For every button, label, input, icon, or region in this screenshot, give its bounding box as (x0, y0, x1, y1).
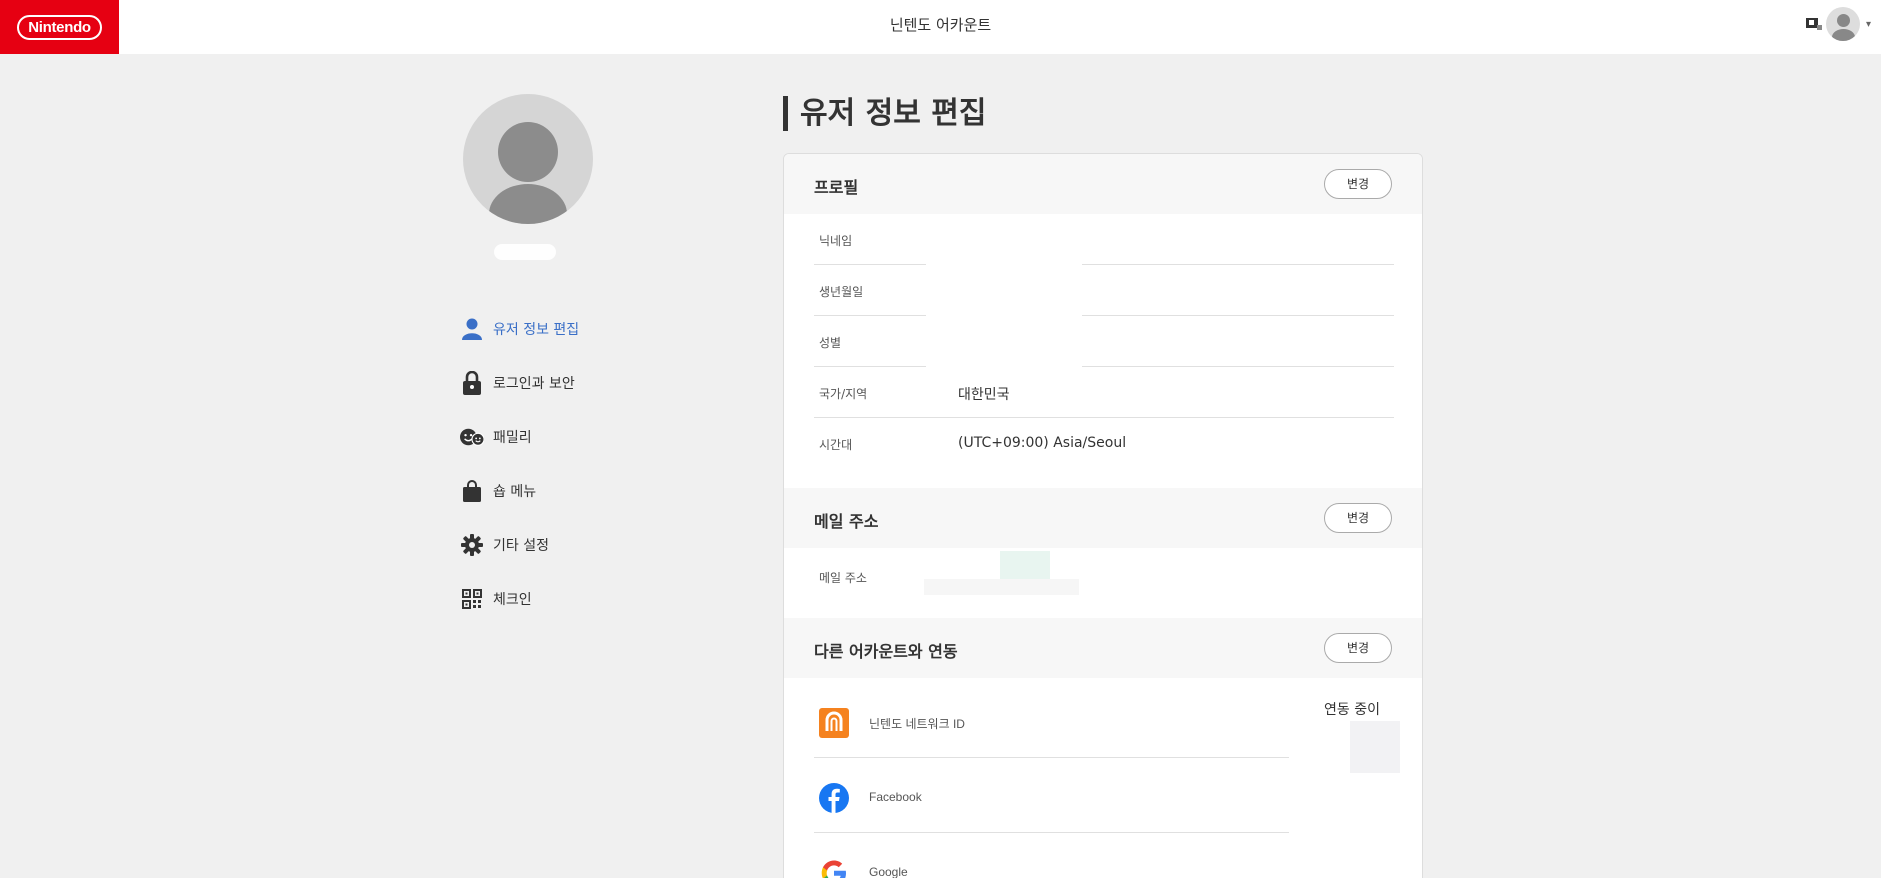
sidebar-item-label: 숍 메뉴 (493, 484, 537, 500)
row-value: (UTC+09:00) Asia/Seoul (958, 435, 1127, 451)
lock-icon (460, 371, 484, 395)
sidebar-item-label: 유저 정보 편집 (493, 322, 580, 338)
sidebar-nav: 유저 정보 편집 로그인과 보안 패밀리 숍 메뉴 기타 설정 체크인 (460, 302, 579, 626)
header-avatar[interactable] (1825, 7, 1860, 41)
linked-account-facebook: Facebook (814, 758, 1289, 833)
sidebar-item-check-in[interactable]: 체크인 (460, 572, 579, 626)
profile-section-header: 프로필 변경 (784, 154, 1422, 214)
account-menu[interactable]: ▾ (1805, 7, 1871, 41)
profile-row-gender: 성별 (814, 316, 1394, 367)
email-section-header: 메일 주소 변경 (784, 488, 1422, 548)
chevron-down-icon[interactable]: ▾ (1866, 19, 1871, 30)
linked-account-name: 닌텐도 네트워크 ID (869, 717, 965, 731)
row-label: 국가/지역 (819, 387, 868, 401)
sidebar-item-shop-menu[interactable]: 숍 메뉴 (460, 464, 579, 518)
linked-accounts-section-header: 다른 어카운트와 연동 변경 (784, 618, 1422, 678)
google-icon (819, 858, 849, 878)
email-heading: 메일 주소 (814, 512, 879, 531)
page-title: 유저 정보 편집 (783, 96, 987, 131)
sidebar-item-other-settings[interactable]: 기타 설정 (460, 518, 579, 572)
account-switch-icon (1805, 18, 1822, 30)
header-title: 닌텐도 어카운트 (889, 16, 992, 34)
user-icon (460, 317, 484, 341)
sidebar-item-label: 패밀리 (493, 430, 532, 446)
linked-account-nintendo-network: 닌텐도 네트워크 ID (814, 683, 1289, 758)
row-label: 시간대 (819, 438, 853, 452)
linked-account-name: Google (869, 865, 908, 878)
profile-heading: 프로필 (814, 178, 859, 197)
status-placeholder (1350, 721, 1400, 773)
facebook-icon (819, 783, 849, 813)
row-value: 대한민국 (958, 387, 1010, 403)
profile-change-button[interactable]: 변경 (1324, 169, 1392, 199)
shopping-bag-icon (460, 479, 484, 503)
row-label: 생년월일 (819, 285, 864, 299)
row-label: 성별 (819, 336, 842, 350)
profile-row-timezone: 시간대 (UTC+09:00) Asia/Seoul (814, 418, 1394, 469)
email-row: 메일 주소 (814, 548, 1394, 599)
gear-icon (460, 533, 484, 557)
sidebar-item-edit-user-info[interactable]: 유저 정보 편집 (460, 302, 579, 356)
row-label: 메일 주소 (819, 571, 867, 585)
qr-code-icon (460, 587, 484, 611)
sidebar-item-login-security[interactable]: 로그인과 보안 (460, 356, 579, 410)
redacted-username (494, 244, 556, 260)
profile-avatar (463, 94, 593, 224)
user-info-card: 프로필 변경 닉네임 생년월일 성별 국가/지역 대한민국 시간대 (UTC+0… (783, 153, 1423, 878)
row-label: 닉네임 (819, 234, 853, 248)
linked-status: 연동 중이 (1324, 702, 1380, 718)
linked-accounts-change-button[interactable]: 변경 (1324, 633, 1392, 663)
email-change-button[interactable]: 변경 (1324, 503, 1392, 533)
linked-account-google: Google (814, 833, 1289, 878)
sidebar-item-label: 기타 설정 (493, 538, 549, 554)
profile-row-birthday: 생년월일 (814, 265, 1394, 316)
linked-accounts-heading: 다른 어카운트와 연동 (814, 642, 958, 661)
profile-row-country: 국가/지역 대한민국 (814, 367, 1394, 418)
sidebar-item-label: 체크인 (493, 592, 532, 608)
sidebar-item-label: 로그인과 보안 (493, 376, 575, 392)
profile-row-nickname: 닉네임 (814, 214, 1394, 265)
family-icon (460, 425, 484, 449)
top-bar: Nintendo 닌텐도 어카운트 ▾ (0, 0, 1881, 54)
nintendo-network-icon (819, 708, 849, 738)
sidebar-item-family[interactable]: 패밀리 (460, 410, 579, 464)
linked-account-name: Facebook (869, 790, 922, 804)
